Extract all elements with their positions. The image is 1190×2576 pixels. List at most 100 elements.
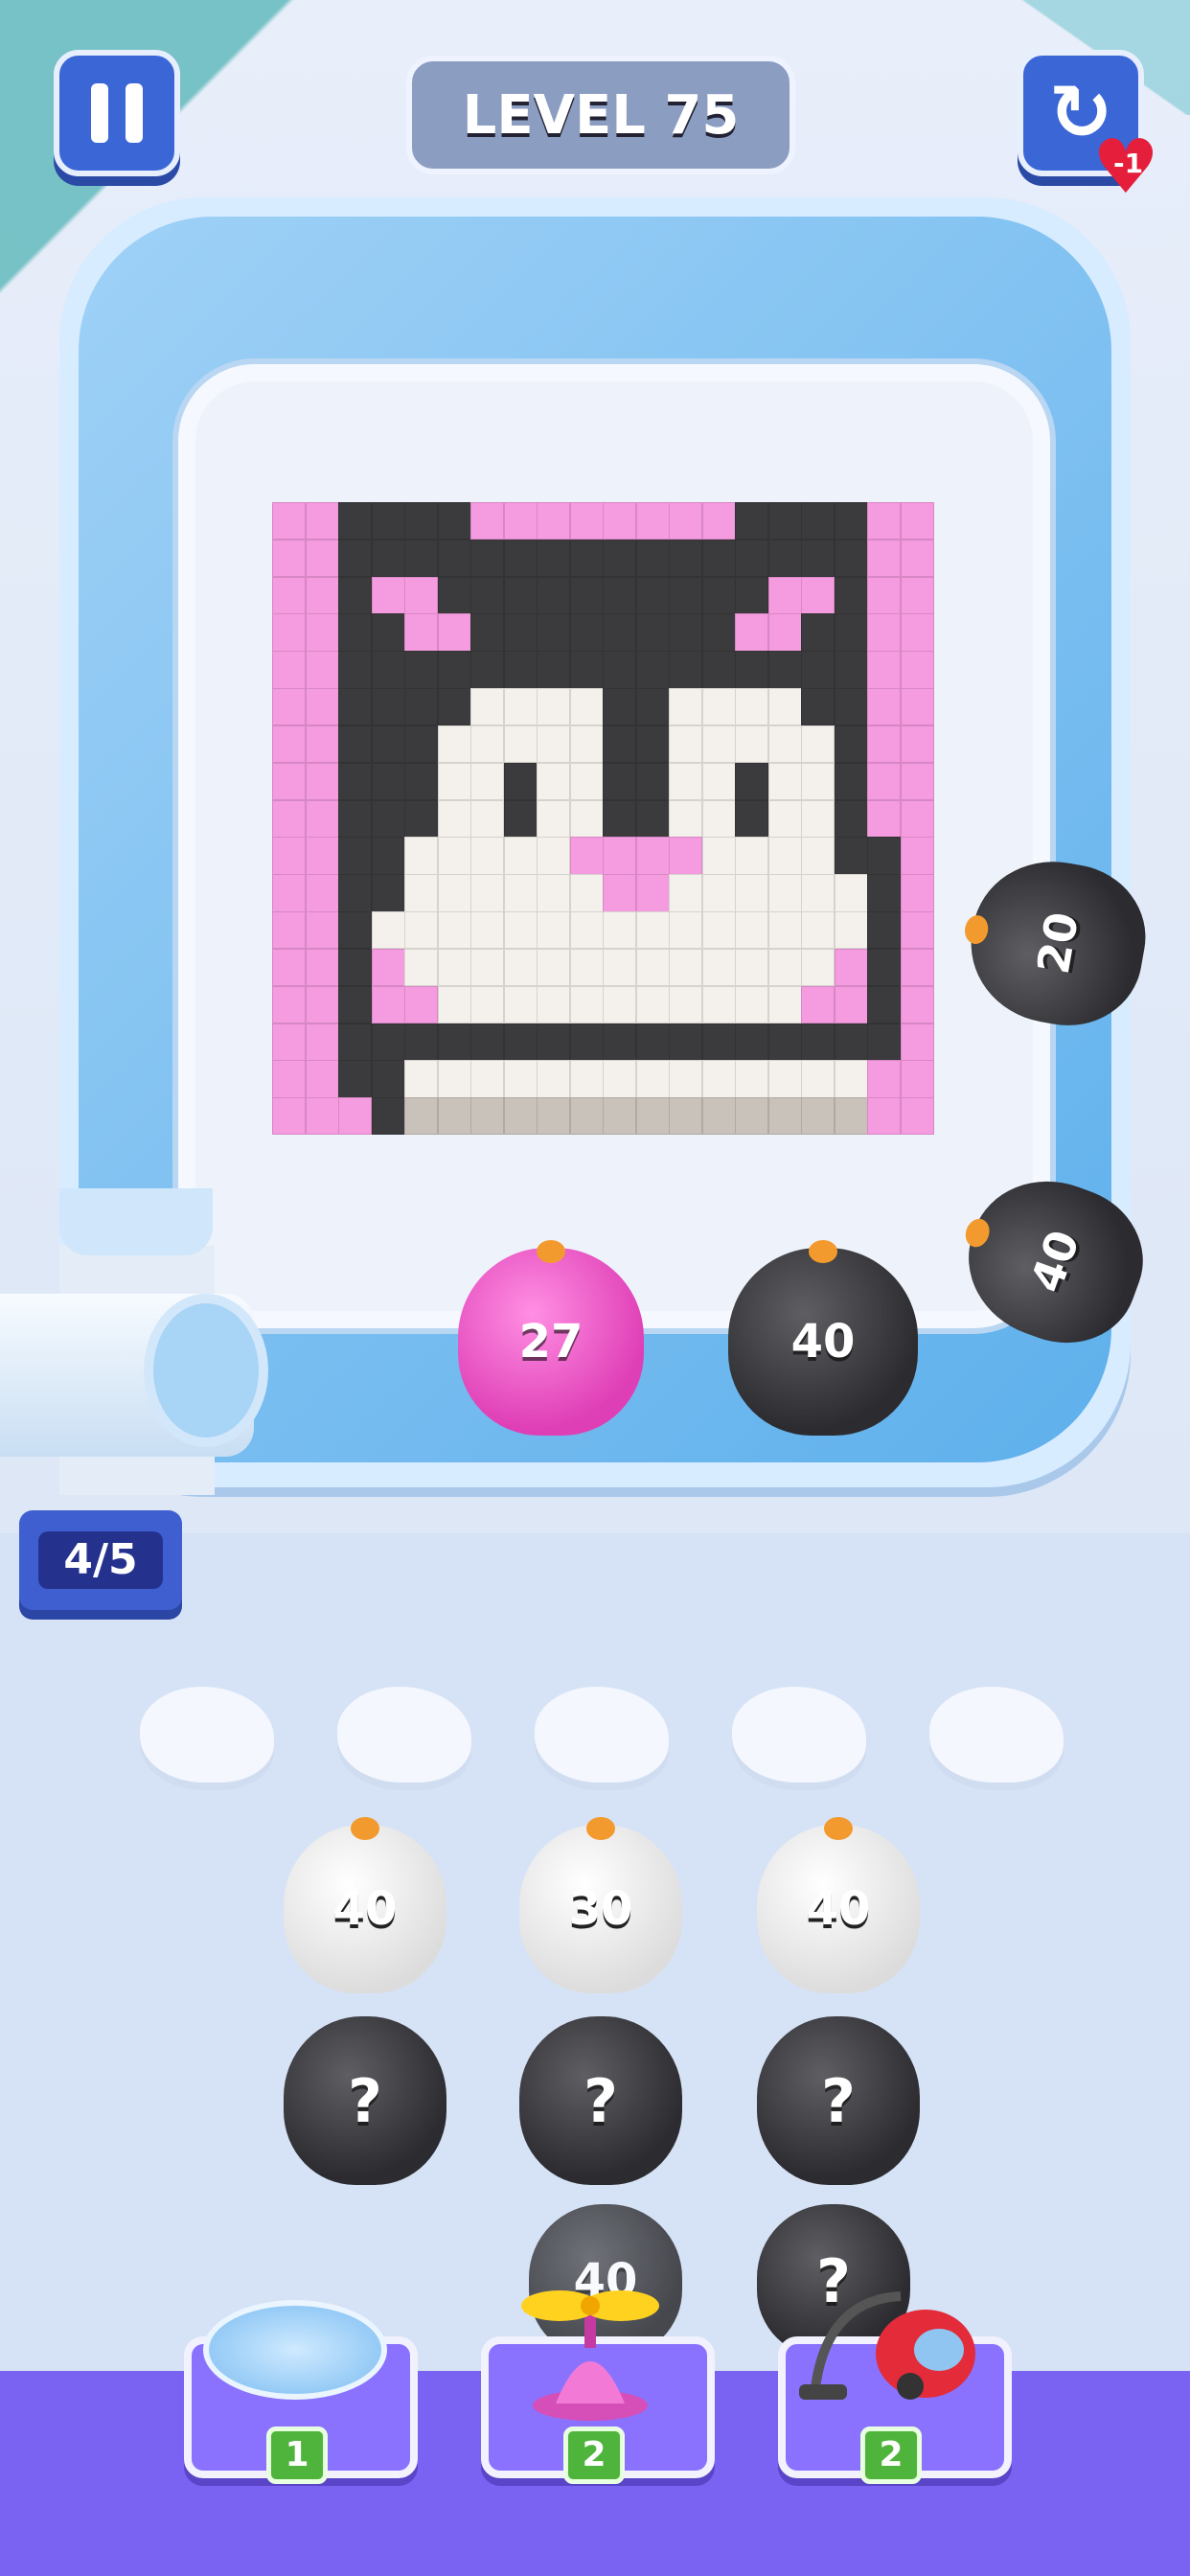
- pixel-cell: [603, 799, 636, 838]
- level-title: LEVEL 75: [406, 56, 795, 174]
- pixel-cell: [635, 874, 670, 912]
- pixel-cell: [569, 502, 604, 540]
- pixel-cell: [470, 688, 504, 726]
- pixel-cell: [338, 762, 372, 801]
- pixel-cell: [404, 837, 438, 875]
- pixel-cell: [867, 837, 901, 875]
- pixel-cell: [801, 539, 835, 578]
- pixel-cell: [404, 985, 438, 1024]
- pixel-cell: [437, 502, 471, 540]
- pixel-cell: [404, 911, 438, 950]
- pixel-cell: [735, 688, 768, 726]
- pixel-cell: [767, 874, 802, 912]
- pixel-cell: [603, 874, 636, 912]
- pixel-cell: [767, 837, 802, 875]
- pixel-cell: [701, 688, 736, 726]
- pixel-cell: [635, 613, 670, 652]
- pixel-cell: [834, 502, 868, 540]
- track-penguin-pink[interactable]: 27: [458, 1240, 644, 1436]
- pixel-cell: [834, 911, 868, 950]
- pixel-cell: [305, 837, 339, 875]
- pixel-cell: [569, 911, 604, 950]
- pixel-cell: [338, 911, 372, 950]
- pixel-cell: [437, 1097, 471, 1136]
- pixel-cell: [338, 948, 372, 987]
- pixel-cell: [801, 502, 835, 540]
- pixel-cell: [305, 799, 339, 838]
- pixel-cell: [503, 799, 538, 838]
- pixel-cell: [834, 837, 868, 875]
- pixel-cell: [701, 985, 736, 1024]
- pixel-cell: [900, 799, 934, 838]
- pixel-cell: [801, 1023, 835, 1061]
- pixel-cell: [900, 1097, 934, 1136]
- hidden-penguin: ?: [519, 2016, 682, 2185]
- propeller-icon: [521, 2290, 659, 2421]
- pixel-cell: [272, 502, 306, 540]
- pixel-cell: [867, 539, 901, 578]
- pixel-cell: [635, 911, 670, 950]
- pixel-cell: [801, 911, 835, 950]
- pixel-cell: [867, 688, 901, 726]
- pixel-cell: [371, 799, 405, 838]
- pixel-cell: [437, 948, 471, 987]
- pixel-cell: [669, 1060, 702, 1098]
- pixel-cell: [735, 1060, 768, 1098]
- pixel-cell: [569, 1023, 604, 1061]
- pixel-cell: [272, 1060, 306, 1098]
- pixel-cell: [569, 948, 604, 987]
- column-penguin-white[interactable]: 30: [519, 1817, 682, 1993]
- pixel-cell: [437, 688, 471, 726]
- pixel-cell: [900, 762, 934, 801]
- pixel-cell: [503, 837, 538, 875]
- pixel-cell: [272, 576, 306, 614]
- hidden-value: ?: [584, 2065, 618, 2136]
- pixel-cell: [834, 613, 868, 652]
- pixel-cell: [371, 613, 405, 652]
- pixel-cell: [735, 502, 768, 540]
- pixel-cell: [470, 837, 504, 875]
- pixel-cell: [569, 874, 604, 912]
- pixel-cell: [503, 502, 538, 540]
- pixel-cell: [470, 911, 504, 950]
- pixel-cell: [801, 688, 835, 726]
- pixel-cell: [569, 576, 604, 614]
- pixel-cell: [338, 576, 372, 614]
- pixel-cell: [834, 539, 868, 578]
- pixel-cell: [767, 1097, 802, 1136]
- pixel-cell: [867, 799, 901, 838]
- pixel-cell: [537, 651, 570, 689]
- pause-button[interactable]: [54, 50, 180, 176]
- pixel-cell: [834, 1097, 868, 1136]
- pixel-cell: [272, 948, 306, 987]
- pixel-cell: [735, 911, 768, 950]
- pixel-cell: [801, 874, 835, 912]
- queue-counter-label: 4/5: [38, 1531, 163, 1589]
- pixel-cell: [404, 576, 438, 614]
- pixel-cell: [701, 613, 736, 652]
- pixel-cell: [635, 576, 670, 614]
- pixel-cell: [272, 724, 306, 764]
- pixel-cell: [569, 1097, 604, 1136]
- pixel-cell: [735, 874, 768, 912]
- pixel-cell: [834, 651, 868, 689]
- pixel-cell: [569, 985, 604, 1024]
- pixel-cell: [338, 1023, 372, 1061]
- pixel-cell: [569, 613, 604, 652]
- pixel-cell: [635, 688, 670, 726]
- pixel-cell: [701, 539, 736, 578]
- pixel-cell: [735, 613, 768, 652]
- pixel-cell: [767, 613, 802, 652]
- track-penguin-black[interactable]: 40: [728, 1240, 918, 1436]
- pixel-cell: [767, 911, 802, 950]
- pixel-cell: [801, 613, 835, 652]
- beak-icon: [537, 1240, 565, 1263]
- column-penguin-white[interactable]: 40: [284, 1817, 446, 1993]
- pixel-cell: [900, 539, 934, 578]
- pixel-cell: [603, 724, 636, 764]
- pixel-cell: [735, 1097, 768, 1136]
- pixel-cell: [735, 948, 768, 987]
- pixel-cell: [371, 911, 405, 950]
- penguin-value: 40: [1019, 1223, 1090, 1300]
- column-penguin-white[interactable]: 40: [757, 1817, 920, 1993]
